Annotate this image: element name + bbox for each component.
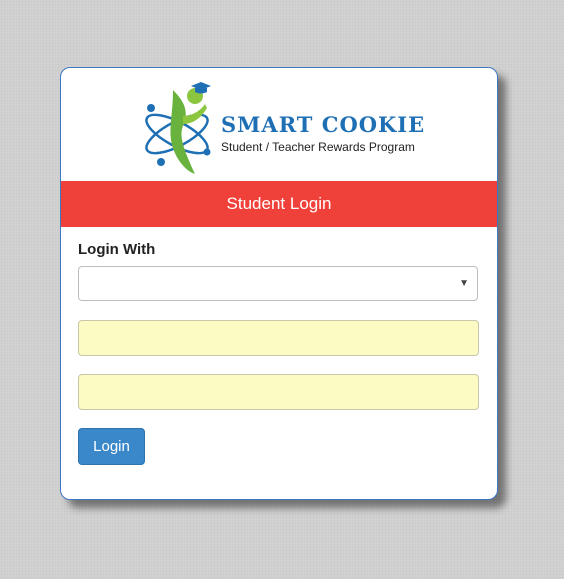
login-with-label: Login With xyxy=(78,241,156,258)
brand-name: SMART COOKIE xyxy=(221,112,426,137)
student-login-banner: Student Login xyxy=(61,181,497,227)
login-with-select[interactable]: ▼ xyxy=(78,266,478,301)
login-card: SMART COOKIE Student / Teacher Rewards P… xyxy=(60,67,498,500)
caret-down-icon: ▼ xyxy=(459,278,469,289)
page-background: SMART COOKIE Student / Teacher Rewards P… xyxy=(0,0,564,579)
credential-field-1[interactable] xyxy=(78,320,479,356)
graduate-atom-logo-icon xyxy=(145,82,211,174)
logo-header: SMART COOKIE Student / Teacher Rewards P… xyxy=(61,68,497,181)
credential-field-2[interactable] xyxy=(78,374,479,410)
login-button[interactable]: Login xyxy=(78,428,145,465)
brand-tagline: Student / Teacher Rewards Program xyxy=(221,140,415,154)
